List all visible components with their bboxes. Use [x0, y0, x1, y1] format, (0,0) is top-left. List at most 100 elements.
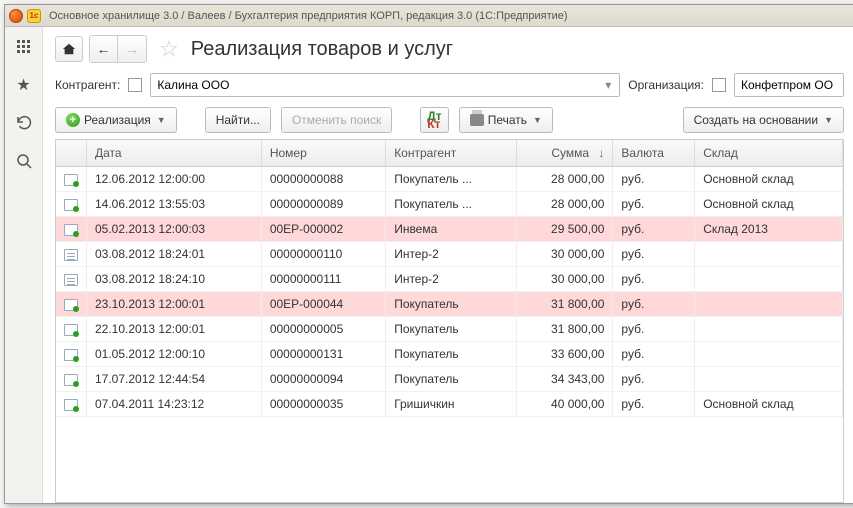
cell-warehouse — [695, 342, 843, 367]
col-sum[interactable]: Сумма ↓ — [516, 140, 613, 167]
chevron-down-icon[interactable]: ▼ — [157, 115, 166, 125]
row-icon-cell — [56, 217, 87, 242]
cell-number: 00ЕР-000044 — [261, 292, 385, 317]
cell-number: 00ЕР-000002 — [261, 217, 385, 242]
cell-currency: руб. — [613, 292, 695, 317]
row-icon-cell — [56, 167, 87, 192]
find-label: Найти... — [216, 113, 260, 127]
cell-date: 22.10.2013 12:00:01 — [87, 317, 262, 342]
org-checkbox[interactable] — [712, 78, 726, 92]
cell-date: 01.05.2012 12:00:10 — [87, 342, 262, 367]
chevron-down-icon[interactable]: ▼ — [533, 115, 542, 125]
row-icon-cell — [56, 342, 87, 367]
org-label: Организация: — [628, 78, 704, 92]
table-row[interactable]: 03.08.2012 18:24:1000000000111Интер-230 … — [56, 267, 843, 292]
col-contractor[interactable]: Контрагент — [386, 140, 516, 167]
row-icon-cell — [56, 192, 87, 217]
document-icon — [64, 349, 78, 361]
star-icon[interactable]: ☆ — [159, 36, 179, 62]
document-icon — [64, 299, 78, 311]
document-icon — [64, 374, 78, 386]
org-input[interactable]: Конфетпром ОО — [734, 73, 844, 97]
cell-warehouse — [695, 292, 843, 317]
org-value: Конфетпром ОО — [741, 78, 833, 92]
cell-number: 00000000035 — [261, 392, 385, 417]
cell-sum: 34 343,00 — [516, 367, 613, 392]
table-row[interactable]: 22.10.2013 12:00:0100000000005Покупатель… — [56, 317, 843, 342]
col-warehouse[interactable]: Склад — [695, 140, 843, 167]
dtkt-button[interactable]: ДтКт — [420, 107, 448, 133]
cell-sum: 28 000,00 — [516, 192, 613, 217]
nav-back-forward: ← → — [89, 35, 147, 63]
cell-contractor: Покупатель ... — [386, 167, 516, 192]
table-wrapper[interactable]: Дата Номер Контрагент Сумма ↓ Валюта Скл… — [55, 139, 844, 503]
cell-date: 12.06.2012 12:00:00 — [87, 167, 262, 192]
cell-currency: руб. — [613, 392, 695, 417]
cell-date: 17.07.2012 12:44:54 — [87, 367, 262, 392]
chevron-down-icon[interactable]: ▼ — [824, 115, 833, 125]
table-header-row: Дата Номер Контрагент Сумма ↓ Валюта Скл… — [56, 140, 843, 167]
close-icon[interactable] — [9, 9, 23, 23]
cell-number: 00000000005 — [261, 317, 385, 342]
table-row[interactable]: 01.05.2012 12:00:1000000000131Покупатель… — [56, 342, 843, 367]
document-icon — [64, 199, 78, 211]
cell-contractor: Интер-2 — [386, 267, 516, 292]
chevron-down-icon[interactable]: ▾ — [603, 78, 613, 92]
cell-date: 05.02.2013 12:00:03 — [87, 217, 262, 242]
header-row: ← → ☆ Реализация товаров и услуг — [55, 35, 844, 63]
cancel-find-label: Отменить поиск — [292, 113, 381, 127]
app-window: 1c Основное хранилище 3.0 / Валеев / Бух… — [4, 4, 853, 504]
cell-currency: руб. — [613, 367, 695, 392]
document-icon — [64, 224, 78, 236]
home-button[interactable] — [55, 36, 83, 62]
history-icon[interactable] — [14, 113, 34, 133]
document-icon — [64, 324, 78, 336]
contractor-value: Калина ООО — [157, 78, 229, 92]
apps-icon[interactable] — [14, 37, 34, 57]
document-table: Дата Номер Контрагент Сумма ↓ Валюта Скл… — [56, 140, 843, 417]
plus-icon: + — [66, 113, 80, 127]
cell-sum: 29 500,00 — [516, 217, 613, 242]
content-area: ★ ← → ☆ Реализация товаров и услуг — [5, 27, 853, 503]
contractor-label: Контрагент: — [55, 78, 120, 92]
favorites-icon[interactable]: ★ — [14, 75, 34, 95]
cell-date: 03.08.2012 18:24:10 — [87, 267, 262, 292]
cell-number: 00000000088 — [261, 167, 385, 192]
cell-currency: руб. — [613, 267, 695, 292]
table-row[interactable]: 17.07.2012 12:44:5400000000094Покупатель… — [56, 367, 843, 392]
cell-currency: руб. — [613, 342, 695, 367]
create-based-button[interactable]: Создать на основании ▼ — [683, 107, 844, 133]
row-icon-cell — [56, 292, 87, 317]
table-row[interactable]: 07.04.2011 14:23:1200000000035Гришичкин4… — [56, 392, 843, 417]
table-row[interactable]: 14.06.2012 13:55:0300000000089Покупатель… — [56, 192, 843, 217]
filter-row: Контрагент: Калина ООО ▾ Организация: Ко… — [55, 73, 844, 97]
table-row[interactable]: 12.06.2012 12:00:0000000000088Покупатель… — [56, 167, 843, 192]
table-row[interactable]: 05.02.2013 12:00:0300ЕР-000002Инвема29 5… — [56, 217, 843, 242]
row-icon-cell — [56, 267, 87, 292]
document-icon — [64, 274, 78, 286]
table-row[interactable]: 03.08.2012 18:24:0100000000110Интер-230 … — [56, 242, 843, 267]
cell-sum: 30 000,00 — [516, 242, 613, 267]
contractor-input[interactable]: Калина ООО ▾ — [150, 73, 620, 97]
cell-warehouse: Основной склад — [695, 392, 843, 417]
cell-warehouse — [695, 367, 843, 392]
cell-date: 23.10.2013 12:00:01 — [87, 292, 262, 317]
cell-number: 00000000110 — [261, 242, 385, 267]
create-button[interactable]: + Реализация ▼ — [55, 107, 177, 133]
back-button[interactable]: ← — [90, 36, 118, 62]
sort-indicator-icon: ↓ — [598, 146, 604, 160]
cell-sum: 30 000,00 — [516, 267, 613, 292]
contractor-checkbox[interactable] — [128, 78, 142, 92]
cancel-find-button: Отменить поиск — [281, 107, 392, 133]
cell-warehouse: Основной склад — [695, 192, 843, 217]
table-row[interactable]: 23.10.2013 12:00:0100ЕР-000044Покупатель… — [56, 292, 843, 317]
find-button[interactable]: Найти... — [205, 107, 271, 133]
col-icon[interactable] — [56, 140, 87, 167]
search-icon[interactable] — [14, 151, 34, 171]
toolbar: + Реализация ▼ Найти... Отменить поиск Д… — [55, 107, 844, 133]
print-button[interactable]: Печать ▼ — [459, 107, 553, 133]
col-currency[interactable]: Валюта — [613, 140, 695, 167]
col-date[interactable]: Дата — [87, 140, 262, 167]
col-number[interactable]: Номер — [261, 140, 385, 167]
row-icon-cell — [56, 242, 87, 267]
